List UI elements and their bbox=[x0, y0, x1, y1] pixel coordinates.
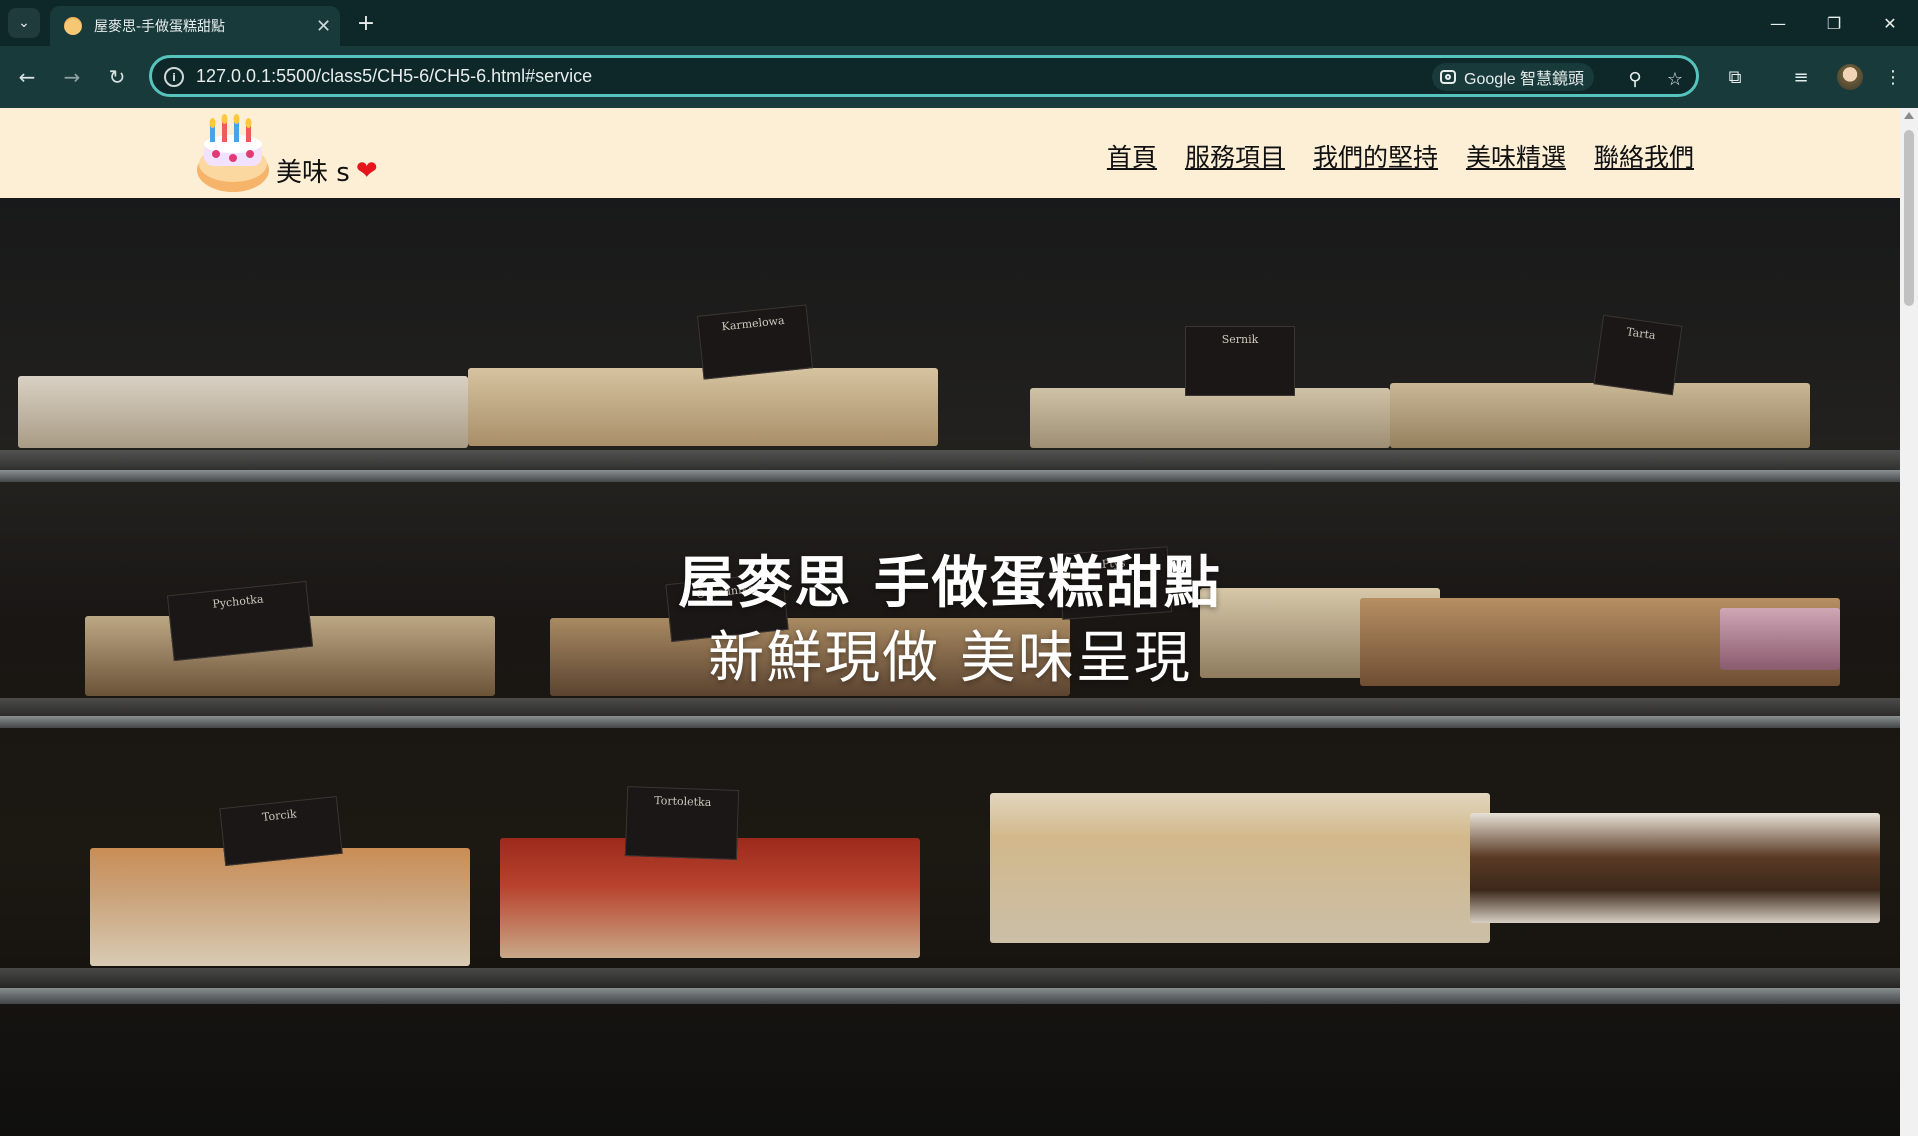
browser-toolbar: ← → ↻ i 127.0.0.1:5500/class5/CH5-6/CH5-… bbox=[0, 46, 1918, 108]
window-close-icon[interactable]: ✕ bbox=[1870, 8, 1910, 38]
brand-name: 美味 s ❤ bbox=[276, 152, 378, 189]
google-lens-button[interactable]: Google 智慧鏡頭 bbox=[1432, 63, 1595, 91]
cake-favicon-icon bbox=[64, 17, 82, 35]
nav-home[interactable]: 首頁 bbox=[1107, 138, 1157, 174]
lens-icon bbox=[1440, 70, 1456, 84]
page-scrollbar[interactable] bbox=[1900, 108, 1918, 1136]
scroll-thumb[interactable] bbox=[1904, 130, 1914, 306]
close-icon[interactable]: ✕ bbox=[316, 16, 331, 37]
media-icon[interactable]: ≡ bbox=[1786, 62, 1816, 92]
nav-selection[interactable]: 美味精選 bbox=[1466, 138, 1566, 174]
tab-search-icon[interactable]: ⌄ bbox=[8, 8, 40, 38]
hero-title-line1: 屋麥思 手做蛋糕甜點 bbox=[678, 551, 1222, 616]
lens-label: Google 智慧鏡頭 bbox=[1464, 71, 1585, 88]
hero-banner: Karmelowa Sernik Tarta Pychotka Ogrodnik… bbox=[0, 198, 1900, 1136]
birthday-cake-logo-icon[interactable] bbox=[196, 114, 270, 194]
heart-icon: ❤ bbox=[355, 155, 378, 186]
reload-icon[interactable]: ↻ bbox=[100, 60, 134, 94]
more-menu-icon[interactable]: ⋮ bbox=[1878, 62, 1908, 92]
nav-services[interactable]: 服務項目 bbox=[1185, 138, 1285, 174]
back-icon[interactable]: ← bbox=[10, 60, 44, 94]
scroll-up-arrow-icon[interactable] bbox=[1904, 112, 1914, 119]
tab-title: 屋麥思-手做蛋糕甜點 bbox=[94, 19, 226, 35]
profile-avatar[interactable] bbox=[1837, 64, 1863, 90]
hero-title-line2: 新鮮現做 美味呈現 bbox=[708, 626, 1192, 691]
bookmark-star-icon[interactable]: ☆ bbox=[1662, 66, 1688, 92]
brand-text: 美味 s bbox=[276, 158, 350, 188]
nav-contact[interactable]: 聯絡我們 bbox=[1594, 138, 1694, 174]
minimize-icon[interactable]: — bbox=[1758, 8, 1798, 38]
url-text[interactable]: 127.0.0.1:5500/class5/CH5-6/CH5-6.html#s… bbox=[196, 66, 592, 87]
address-bar[interactable]: i 127.0.0.1:5500/class5/CH5-6/CH5-6.html… bbox=[149, 55, 1699, 97]
nav-commitment[interactable]: 我們的堅持 bbox=[1313, 138, 1438, 174]
tab-strip: ⌄ 屋麥思-手做蛋糕甜點 ✕ + — ❐ ✕ bbox=[0, 0, 1918, 46]
site-header: 美味 s ❤ 首頁 服務項目 我們的堅持 美味精選 聯絡我們 bbox=[0, 108, 1900, 199]
restore-icon[interactable]: ❐ bbox=[1814, 8, 1854, 38]
zoom-icon[interactable]: ⚲ bbox=[1622, 66, 1648, 92]
site-info-icon[interactable]: i bbox=[164, 67, 184, 87]
main-nav: 首頁 服務項目 我們的堅持 美味精選 聯絡我們 bbox=[1107, 138, 1694, 174]
new-tab-icon[interactable]: + bbox=[352, 9, 380, 37]
extensions-icon[interactable]: ⧉ bbox=[1720, 62, 1750, 92]
browser-tab[interactable]: 屋麥思-手做蛋糕甜點 ✕ bbox=[50, 6, 340, 46]
web-page: 美味 s ❤ 首頁 服務項目 我們的堅持 美味精選 聯絡我們 Karmelowa… bbox=[0, 108, 1900, 1136]
forward-icon[interactable]: → bbox=[55, 60, 89, 94]
